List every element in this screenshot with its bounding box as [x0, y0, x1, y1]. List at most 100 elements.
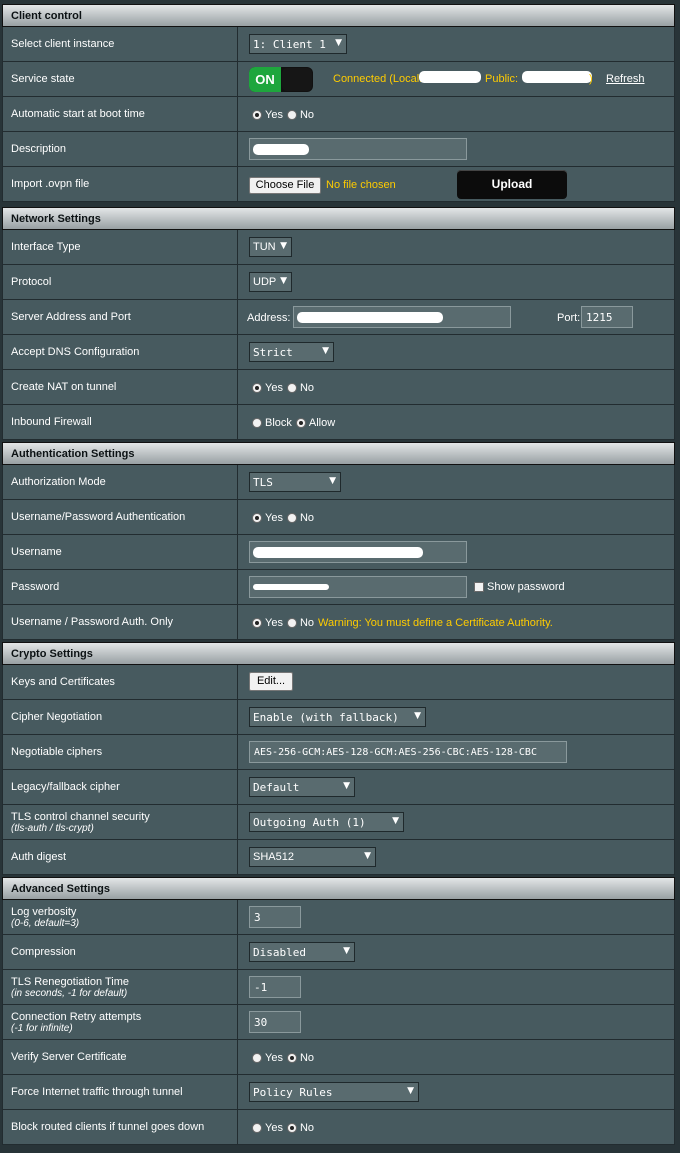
- redacted-server-address: [297, 312, 443, 323]
- auto-start-radio-group: Yes No: [252, 109, 318, 121]
- label-accept-dns: Accept DNS Configuration: [3, 335, 238, 369]
- row-legacy-cipher: Legacy/fallback cipher Default ▼: [2, 770, 675, 805]
- tls-reneg-input[interactable]: -1: [249, 976, 301, 998]
- interface-type-select[interactable]: TUN ▼: [249, 237, 292, 257]
- row-force-traffic: Force Internet traffic through tunnel Po…: [2, 1075, 675, 1110]
- create-nat-radio-group: Yes No: [252, 382, 318, 394]
- tls-control-select[interactable]: Outgoing Auth (1) ▼: [249, 812, 404, 832]
- chevron-down-icon: ▼: [280, 276, 287, 286]
- row-inbound-firewall: Inbound Firewall Block Allow: [2, 405, 675, 440]
- create-nat-no-radio[interactable]: [286, 383, 297, 393]
- label-username: Username: [3, 535, 238, 569]
- label-auth-mode: Authorization Mode: [3, 465, 238, 499]
- client-instance-select[interactable]: 1: Client 1 ▼: [249, 34, 347, 54]
- label-inbound-firewall: Inbound Firewall: [3, 405, 238, 439]
- label-compression: Compression: [3, 935, 238, 969]
- choose-file-button[interactable]: Choose File: [249, 177, 321, 194]
- refresh-link[interactable]: Refresh: [606, 73, 645, 85]
- row-conn-retry: Connection Retry attempts (-1 for infini…: [2, 1005, 675, 1040]
- userpass-only-yes-radio[interactable]: [252, 618, 262, 628]
- inbound-allow-radio[interactable]: [295, 418, 306, 428]
- label-legacy-cipher: Legacy/fallback cipher: [3, 770, 238, 804]
- row-verify-cert: Verify Server Certificate Yes No: [2, 1040, 675, 1075]
- label-log-verbosity: Log verbosity (0-6, default=3): [3, 900, 238, 934]
- label-conn-retry: Connection Retry attempts (-1 for infini…: [3, 1005, 238, 1039]
- edit-keys-button[interactable]: Edit...: [249, 672, 293, 691]
- row-interface-type: Interface Type TUN ▼: [2, 230, 675, 265]
- upload-button[interactable]: Upload: [457, 170, 567, 199]
- label-import-ovpn: Import .ovpn file: [3, 167, 238, 201]
- row-auth-digest: Auth digest SHA512 ▼: [2, 840, 675, 875]
- port-input[interactable]: 1215: [581, 306, 633, 328]
- section-advanced: Advanced Settings: [2, 877, 675, 900]
- userpass-auth-no-radio[interactable]: [286, 513, 297, 523]
- block-routed-yes-radio[interactable]: [252, 1123, 262, 1133]
- conn-retry-input[interactable]: 30: [249, 1011, 301, 1033]
- auto-start-yes-radio[interactable]: [252, 110, 262, 120]
- redacted-description: [253, 144, 309, 155]
- label-neg-ciphers: Negotiable ciphers: [3, 735, 238, 769]
- status-close: ): [589, 73, 593, 85]
- row-userpass-auth: Username/Password Authentication Yes No: [2, 500, 675, 535]
- section-network: Network Settings: [2, 207, 675, 230]
- show-password-checkbox[interactable]: [474, 582, 484, 592]
- row-keys-certs: Keys and Certificates Edit...: [2, 665, 675, 700]
- block-routed-no-radio[interactable]: [286, 1123, 297, 1133]
- label-select-client: Select client instance: [3, 27, 238, 61]
- section-crypto: Crypto Settings: [2, 642, 675, 665]
- chevron-down-icon: ▼: [407, 1086, 414, 1096]
- userpass-only-no-radio[interactable]: [286, 618, 297, 628]
- row-password: Password Show password: [2, 570, 675, 605]
- inbound-firewall-radio-group: Block Allow: [252, 417, 339, 429]
- inbound-block-radio[interactable]: [252, 418, 262, 428]
- cipher-negotiation-select[interactable]: Enable (with fallback) ▼: [249, 707, 426, 727]
- label-service-state: Service state: [3, 62, 238, 96]
- compression-select[interactable]: Disabled ▼: [249, 942, 355, 962]
- row-userpass-only: Username / Password Auth. Only Yes No Wa…: [2, 605, 675, 640]
- row-accept-dns: Accept DNS Configuration Strict ▼: [2, 335, 675, 370]
- create-nat-yes-radio[interactable]: [252, 383, 262, 393]
- legacy-cipher-select[interactable]: Default ▼: [249, 777, 355, 797]
- auto-start-no-radio[interactable]: [286, 110, 297, 120]
- verify-cert-radio-group: Yes No: [252, 1052, 318, 1064]
- row-import-ovpn: Import .ovpn file Choose File No file ch…: [2, 167, 675, 202]
- row-auth-mode: Authorization Mode TLS ▼: [2, 465, 675, 500]
- row-create-nat: Create NAT on tunnel Yes No: [2, 370, 675, 405]
- protocol-select[interactable]: UDP ▼: [249, 272, 292, 292]
- negotiable-ciphers-input[interactable]: AES-256-GCM:AES-128-GCM:AES-256-CBC:AES-…: [249, 741, 567, 763]
- status-connected: Connected (Local:: [333, 73, 423, 85]
- log-verbosity-input[interactable]: 3: [249, 906, 301, 928]
- password-dots: [253, 584, 329, 590]
- userpass-auth-yes-radio[interactable]: [252, 513, 262, 523]
- chevron-down-icon: ▼: [335, 38, 342, 48]
- label-tls-reneg: TLS Renegotiation Time (in seconds, -1 f…: [3, 970, 238, 1004]
- auth-mode-select[interactable]: TLS ▼: [249, 472, 341, 492]
- address-label: Address:: [247, 312, 291, 324]
- label-block-routed: Block routed clients if tunnel goes down: [3, 1110, 238, 1144]
- label-description: Description: [3, 132, 238, 166]
- verify-cert-no-radio[interactable]: [286, 1053, 297, 1063]
- label-cipher-neg: Cipher Negotiation: [3, 700, 238, 734]
- verify-cert-yes-radio[interactable]: [252, 1053, 262, 1063]
- port-label: Port:: [557, 312, 581, 324]
- row-auto-start: Automatic start at boot time Yes No: [2, 97, 675, 132]
- redacted-public-ip: [522, 71, 592, 83]
- accept-dns-select[interactable]: Strict ▼: [249, 342, 334, 362]
- toggle-on-label: ON: [249, 67, 281, 92]
- chevron-down-icon: ▼: [364, 851, 371, 861]
- label-verify-cert: Verify Server Certificate: [3, 1040, 238, 1074]
- chevron-down-icon: ▼: [329, 476, 336, 486]
- userpass-auth-radio-group: Yes No: [252, 512, 318, 524]
- row-protocol: Protocol UDP ▼: [2, 265, 675, 300]
- row-server-address: Server Address and Port Address: Port: 1…: [2, 300, 675, 335]
- row-select-client: Select client instance 1: Client 1 ▼: [2, 27, 675, 62]
- label-create-nat: Create NAT on tunnel: [3, 370, 238, 404]
- row-username: Username: [2, 535, 675, 570]
- service-state-toggle[interactable]: ON: [249, 67, 313, 92]
- force-traffic-select[interactable]: Policy Rules ▼: [249, 1082, 419, 1102]
- redacted-username: [253, 547, 423, 558]
- section-client-control: Client control: [2, 4, 675, 27]
- openvpn-client-settings: Client control Select client instance 1:…: [0, 0, 680, 1153]
- auth-digest-select[interactable]: SHA512 ▼: [249, 847, 376, 867]
- label-userpass-only: Username / Password Auth. Only: [3, 605, 238, 639]
